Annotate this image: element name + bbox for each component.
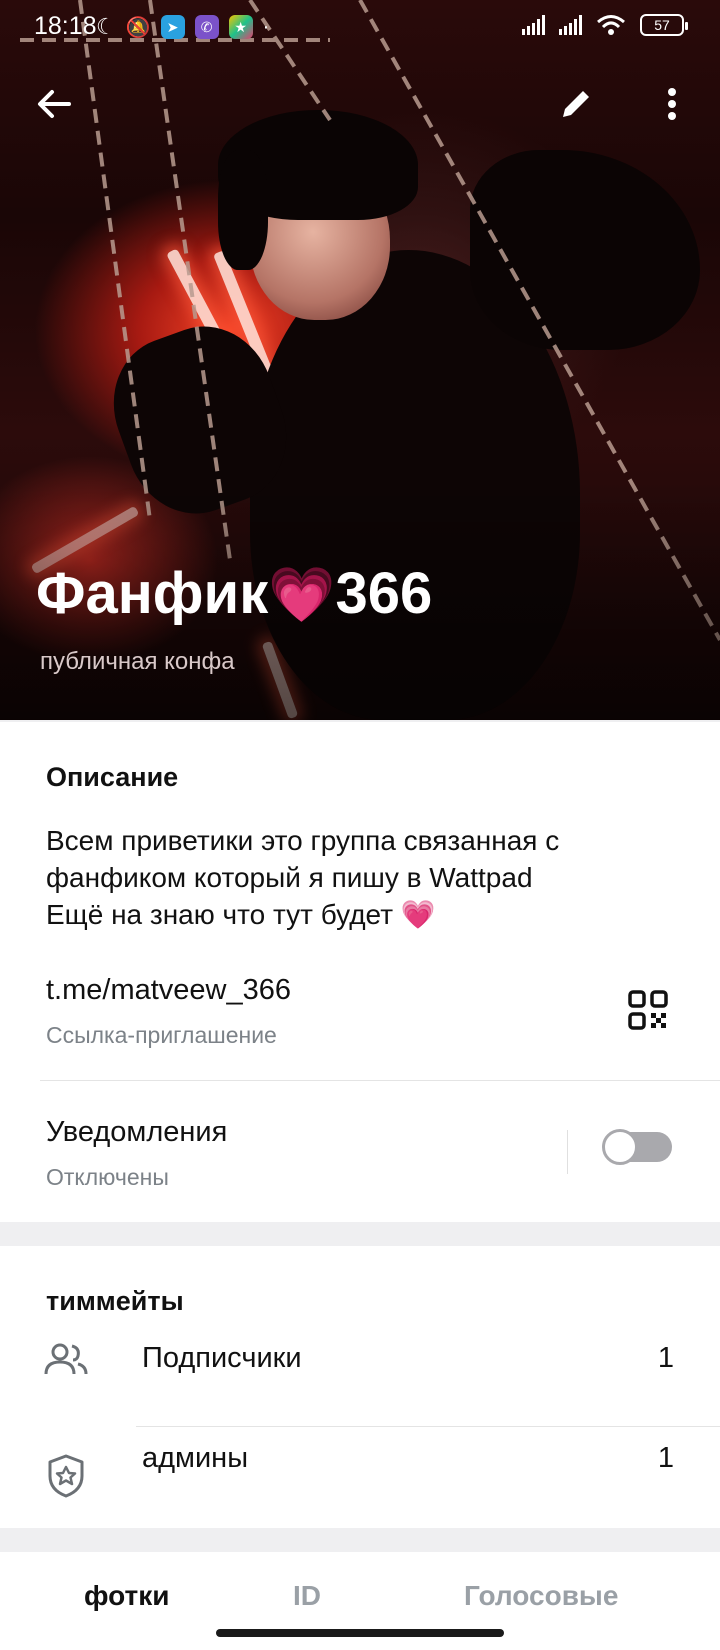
subscribers-count: 1	[657, 1342, 674, 1374]
admins-label: админы	[142, 1442, 249, 1474]
divider	[40, 1080, 720, 1081]
description-line-last: Ещё на знаю что тут будет 💗	[46, 896, 686, 933]
group-title-suffix: 366	[335, 561, 433, 626]
status-time: 18:18	[34, 12, 97, 40]
divider	[567, 1130, 568, 1174]
pencil-icon	[563, 91, 589, 117]
wifi-icon	[597, 15, 625, 35]
toggle-knob	[602, 1129, 638, 1165]
signal-icon	[559, 15, 582, 35]
edit-button[interactable]	[550, 78, 602, 130]
battery-level: 57	[654, 17, 670, 33]
notifications-label: Уведомления	[46, 1116, 228, 1148]
app-store-icon: ★	[228, 15, 253, 39]
battery-icon: 57	[640, 14, 688, 36]
description-line: Ещё на знаю что тут будет	[46, 899, 394, 930]
group-type: публичная конфа	[40, 648, 235, 675]
admins-count: 1	[657, 1442, 674, 1474]
description-line: Всем приветики это группа связанная с	[46, 825, 560, 856]
divider	[136, 1426, 720, 1427]
signal-icon	[522, 15, 545, 35]
description-heading: Описание	[46, 762, 179, 792]
invite-link[interactable]: t.me/matveew_366	[46, 974, 291, 1007]
more-notifications-dot: ·	[262, 15, 270, 38]
members-card: тиммейты Подписчики 1 админы 1	[0, 1246, 720, 1528]
info-card: Описание Всем приветики это группа связа…	[0, 722, 720, 1222]
heart-emoji-icon: 💗	[400, 899, 436, 930]
status-notification-icons: ☾ 🔕 ➤ ✆ ★ ·	[96, 14, 269, 40]
heart-emoji-icon: 💗	[268, 565, 336, 625]
notifications-state: Отключены	[46, 1164, 169, 1190]
bell-off-icon: 🔕	[125, 16, 151, 39]
group-title-text: Фанфик	[36, 561, 269, 626]
moon-icon: ☾	[96, 14, 116, 39]
notifications-toggle[interactable]	[602, 1129, 672, 1165]
tab-voice[interactable]: Голосовые	[464, 1580, 618, 1612]
more-vertical-icon	[668, 88, 676, 120]
group-title: Фанфик💗366	[36, 560, 432, 627]
status-right: 57	[522, 14, 688, 36]
description-text: Всем приветики это группа связанная с фа…	[46, 822, 686, 933]
viber-icon: ✆	[194, 15, 219, 39]
people-icon	[44, 1343, 88, 1375]
arrow-left-icon	[38, 90, 71, 118]
home-indicator[interactable]	[216, 1629, 504, 1637]
more-options-button[interactable]	[646, 78, 698, 130]
subscribers-label: Подписчики	[142, 1342, 302, 1374]
members-heading: тиммейты	[46, 1286, 184, 1316]
description-line: фанфиком который я пишу в Wattpad	[46, 862, 533, 893]
tab-photos[interactable]: фотки	[84, 1580, 169, 1612]
status-bar: 18:18 ☾ 🔕 ➤ ✆ ★ · 57	[0, 0, 720, 54]
back-button[interactable]	[28, 78, 80, 130]
tab-id[interactable]: ID	[293, 1580, 321, 1612]
invite-link-caption: Ссылка-приглашение	[46, 1022, 277, 1048]
telegram-icon: ➤	[160, 15, 185, 39]
qr-code-icon[interactable]	[628, 990, 668, 1030]
admin-shield-icon	[48, 1454, 84, 1498]
